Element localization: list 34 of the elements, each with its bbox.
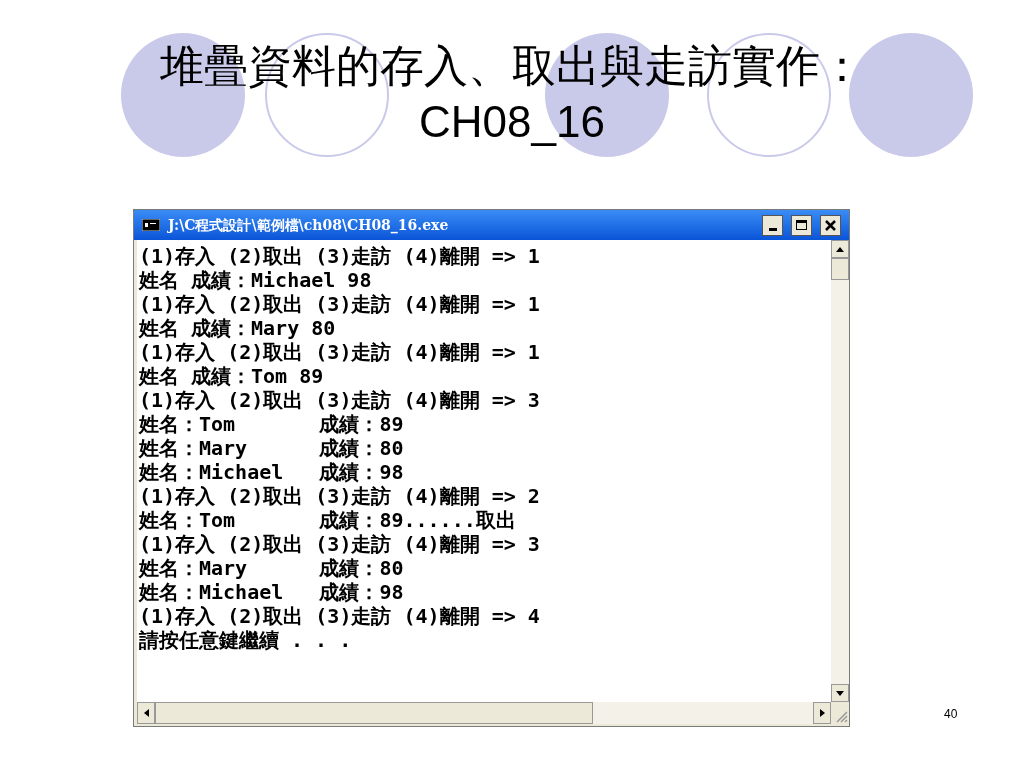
console-line: (1)存入 (2)取出 (3)走訪 (4)離開 => 3 [139, 388, 541, 412]
page-number: 40 [944, 706, 958, 723]
console-line: (1)存入 (2)取出 (3)走訪 (4)離開 => 2 [139, 484, 541, 508]
minimize-button[interactable] [762, 214, 783, 236]
console-line: (1)存入 (2)取出 (3)走訪 (4)離開 => 3 [139, 532, 541, 556]
horizontal-scrollbar[interactable] [137, 702, 831, 724]
console-icon [142, 219, 160, 231]
console-line: 請按任意鍵繼續 . . . [139, 628, 353, 652]
console-line: 姓名：Michael 成績：98 [139, 460, 405, 484]
close-icon[interactable] [825, 219, 836, 231]
console-line: 姓名：Tom 成績：89......取出 [139, 508, 517, 532]
console-line: 姓名 成績：Tom 89 [139, 364, 325, 388]
console-line: 姓名 成績：Mary 80 [139, 316, 337, 340]
console-line: 姓名：Michael 成績：98 [139, 580, 405, 604]
console-line: (1)存入 (2)取出 (3)走訪 (4)離開 => 4 [139, 604, 541, 628]
scroll-up-icon[interactable] [831, 240, 849, 258]
scroll-left-icon[interactable] [137, 702, 155, 724]
console-line: (1)存入 (2)取出 (3)走訪 (4)離開 => 1 [139, 340, 541, 364]
scroll-right-icon[interactable] [813, 702, 831, 724]
scroll-thumb[interactable] [831, 258, 849, 280]
console-line: 姓名 成績：Michael 98 [139, 268, 373, 292]
scroll-thumb[interactable] [155, 702, 593, 724]
console-line: (1)存入 (2)取出 (3)走訪 (4)離開 => 1 [139, 292, 541, 316]
scroll-down-icon[interactable] [831, 684, 849, 702]
console-line: 姓名：Mary 成績：80 [139, 436, 405, 460]
console-line: (1)存入 (2)取出 (3)走訪 (4)離開 => 1 [139, 244, 541, 268]
maximize-button[interactable] [791, 214, 812, 236]
window-title: J:\C程式設計\範例檔\ch08\CH08_16.exe [168, 215, 450, 236]
console-line: 姓名：Mary 成績：80 [139, 556, 405, 580]
slide-title: 堆疊資料的存入、取出與走訪實作： [160, 40, 864, 92]
vertical-scrollbar[interactable] [831, 240, 849, 702]
console-line: 姓名：Tom 成績：89 [139, 412, 405, 436]
close-button[interactable] [820, 214, 841, 236]
slide-subtitle: CH08_16 [419, 96, 605, 148]
